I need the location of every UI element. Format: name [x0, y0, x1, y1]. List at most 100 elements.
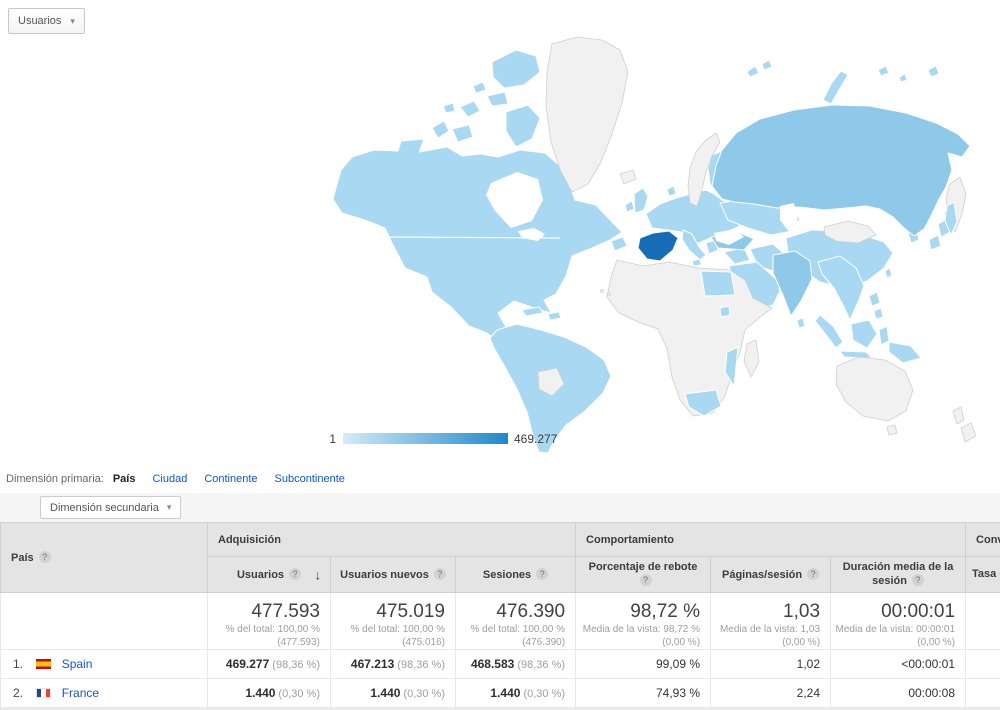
map-region-indonesia[interactable]	[851, 320, 877, 348]
map-island	[548, 312, 561, 320]
cell-tasa	[966, 679, 1000, 708]
column-header-tasa[interactable]: Tasa de conversión	[966, 557, 1000, 593]
map-legend-max: 469.277	[514, 432, 558, 446]
help-icon[interactable]: ?	[807, 568, 819, 580]
table-row-france: 2. France 1.440(0,30 %) 1.440(0,30 %) 1.…	[1, 679, 1000, 708]
map-island	[443, 103, 455, 113]
map-region-new-zealand[interactable]	[961, 423, 976, 442]
cell-rebote: 99,09 %	[576, 650, 711, 679]
help-icon[interactable]: ?	[434, 568, 446, 580]
dimension-tab-subcontinente[interactable]: Subcontinente	[275, 473, 345, 485]
row-index: 1.	[13, 657, 29, 671]
map-island	[887, 425, 897, 435]
geo-data-table-wrap: País? Adquisición Comportamiento Convers…	[0, 522, 1000, 710]
cell-rebote: 74,93 %	[576, 679, 711, 708]
totals-rebote: 98,72 % Media de la vista: 98,72 % (0,00…	[576, 593, 711, 650]
column-header-duracion[interactable]: Duración media de la sesión?	[831, 557, 966, 593]
map-island	[885, 268, 892, 278]
map-island	[492, 50, 540, 88]
cell-usuarios: 1.440(0,30 %)	[208, 679, 331, 708]
geo-map: 1 469.277	[0, 0, 1000, 456]
map-region-egypt[interactable]	[701, 271, 735, 296]
map-island	[797, 318, 805, 328]
cell-sesiones: 1.440(0,30 %)	[456, 679, 576, 708]
map-legend-min: 1	[329, 432, 336, 446]
cell-usuarios: 469.277(98,36 %)	[208, 650, 331, 679]
column-header-rebote[interactable]: Porcentaje de rebote?	[576, 557, 711, 593]
map-island	[667, 186, 676, 196]
map-region-iraq-syria[interactable]	[724, 248, 750, 264]
map-region-madagascar[interactable]	[744, 340, 759, 377]
totals-usuarios: 477.593 % del total: 100,00 % (477.593)	[208, 593, 331, 650]
map-region-cuba[interactable]	[522, 307, 543, 316]
secondary-dimension-button[interactable]: Dimensión secundaria ▾	[40, 496, 181, 519]
cell-paginas: 1,02	[711, 650, 831, 679]
country-link-spain[interactable]: Spain	[62, 657, 93, 671]
map-island	[452, 125, 473, 142]
geo-data-table: País? Adquisición Comportamiento Convers…	[0, 522, 1000, 710]
country-cell: 2. France	[1, 679, 208, 708]
map-island	[878, 66, 889, 76]
map-island	[692, 259, 701, 266]
map-region-uk[interactable]	[634, 188, 648, 213]
cell-paginas: 2,24	[711, 679, 831, 708]
geo-report-page: Usuarios ▾	[0, 0, 1000, 710]
map-island	[928, 66, 939, 77]
map-region-australia[interactable]	[836, 357, 913, 421]
help-icon[interactable]: ?	[39, 551, 51, 563]
column-header-paginas[interactable]: Páginas/sesión?	[711, 557, 831, 593]
totals-paginas: 1,03 Media de la vista: 1,03 (0,00 %)	[711, 593, 831, 650]
sort-desc-icon: ↓	[315, 568, 322, 581]
cell-sesiones: 468.583(98,36 %)	[456, 650, 576, 679]
dimension-tab-pais[interactable]: País	[113, 473, 136, 485]
map-island	[608, 293, 611, 296]
chevron-down-icon: ▾	[167, 503, 172, 512]
map-region-uganda[interactable]	[720, 306, 730, 317]
france-flag-icon	[36, 688, 51, 698]
map-island	[473, 82, 486, 93]
help-icon[interactable]: ?	[289, 568, 301, 580]
totals-row: 477.593 % del total: 100,00 % (477.593) …	[1, 593, 1000, 650]
map-region-indonesia[interactable]	[815, 315, 843, 348]
help-icon[interactable]: ?	[536, 568, 548, 580]
secondary-dimension-toolbar: Dimensión secundaria ▾	[0, 493, 1000, 522]
map-island	[601, 290, 604, 293]
totals-empty-cell	[1, 593, 208, 650]
group-header-adquisicion: Adquisición	[208, 523, 576, 557]
cell-usuarios-nuevos: 1.440(0,30 %)	[331, 679, 456, 708]
map-region-spain-highlighted[interactable]	[638, 231, 678, 261]
row-index: 2.	[13, 686, 29, 700]
country-cell: 1. Spain	[1, 650, 208, 679]
dimension-tab-ciudad[interactable]: Ciudad	[152, 473, 187, 485]
cell-duracion: <00:00:01	[831, 650, 966, 679]
map-region-ireland[interactable]	[625, 201, 634, 212]
map-region-iceland[interactable]	[620, 170, 636, 184]
cell-usuarios-nuevos: 467.213(98,36 %)	[331, 650, 456, 679]
map-island	[869, 292, 880, 306]
map-region-indonesia[interactable]	[840, 351, 872, 358]
column-header-usuarios-nuevos[interactable]: Usuarios nuevos?	[331, 557, 456, 593]
spain-flag-icon	[36, 659, 51, 669]
map-island	[747, 66, 759, 77]
map-island	[762, 60, 772, 70]
map-island	[432, 121, 449, 138]
map-region-new-zealand[interactable]	[953, 407, 964, 424]
totals-duracion: 00:00:01 Media de la vista: 00:00:01 (0,…	[831, 593, 966, 650]
map-region-india[interactable]	[773, 251, 812, 316]
map-legend: 1 469.277	[329, 432, 557, 446]
country-link-france[interactable]: France	[62, 686, 99, 700]
map-island	[506, 105, 540, 147]
secondary-dimension-label: Dimensión secundaria	[50, 502, 159, 514]
map-region-japan[interactable]	[929, 235, 941, 250]
column-header-usuarios[interactable]: Usuarios? ↓	[208, 557, 331, 593]
map-region-new-guinea[interactable]	[889, 342, 921, 363]
help-icon[interactable]: ?	[640, 574, 652, 586]
group-header-comportamiento: Comportamiento	[576, 523, 966, 557]
dimension-tab-continente[interactable]: Continente	[204, 473, 257, 485]
help-icon[interactable]: ?	[912, 574, 924, 586]
column-header-pais[interactable]: País?	[1, 523, 208, 593]
map-island	[823, 71, 848, 104]
map-legend-gradient	[343, 433, 508, 444]
column-header-sesiones[interactable]: Sesiones?	[456, 557, 576, 593]
totals-tasa	[966, 593, 1000, 650]
